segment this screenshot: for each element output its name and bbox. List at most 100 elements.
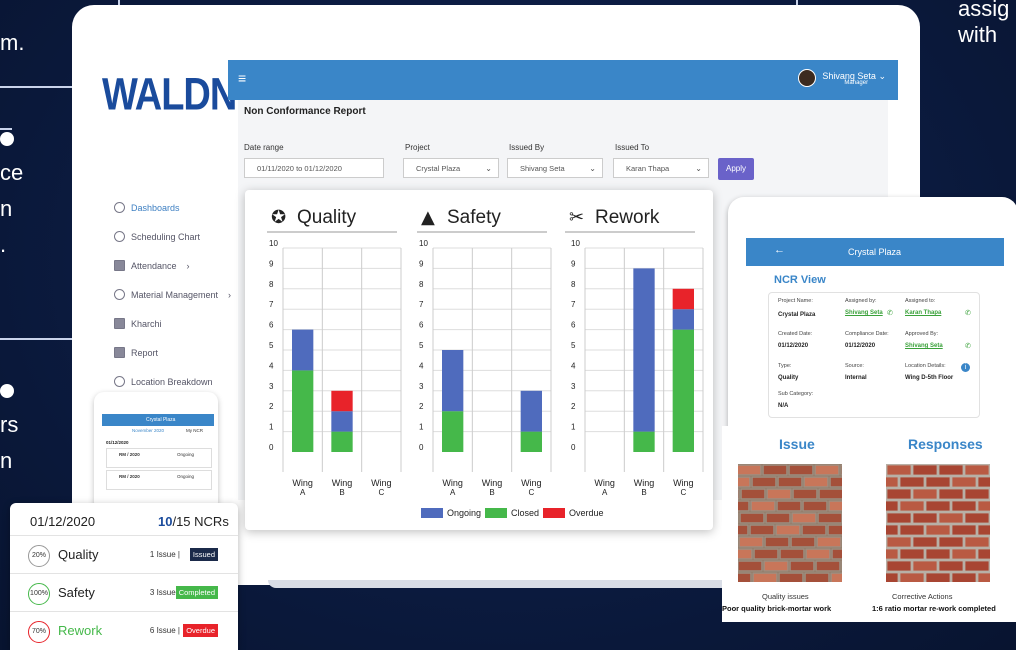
brick — [753, 548, 779, 560]
progress-ring: 70% — [28, 621, 50, 643]
warning-icon — [114, 289, 125, 300]
summary-count-done: 10 — [158, 514, 173, 529]
tick-label: 2 — [269, 402, 274, 411]
brick — [886, 476, 899, 488]
brick — [912, 464, 938, 476]
phone-row-status: Ongoing — [177, 474, 195, 479]
brick — [827, 524, 842, 536]
phone-month[interactable]: November 2020 — [132, 428, 164, 433]
field-value-link[interactable]: Karan Thapa — [905, 310, 941, 316]
phone-icon[interactable]: ✆ — [887, 309, 893, 317]
brick — [791, 512, 817, 524]
date-range-input[interactable]: 01/11/2020 to 01/12/2020 — [244, 158, 384, 178]
tick-label: 2 — [571, 402, 576, 411]
brick — [766, 488, 792, 500]
brick — [886, 488, 912, 500]
category-label: B — [339, 488, 344, 497]
bar-closed — [520, 431, 542, 452]
issued-by-select[interactable]: Shivang Seta ⌄ — [507, 158, 603, 178]
bar-ongoing — [292, 329, 314, 371]
brick — [829, 476, 842, 488]
phone-icon[interactable]: ✆ — [965, 342, 971, 350]
brick — [738, 464, 762, 476]
summary-row-quality[interactable]: 20% Quality 1 Issue | Issued — [10, 535, 238, 574]
info-icon[interactable]: i — [961, 363, 970, 372]
back-arrow-icon[interactable]: ← — [774, 244, 785, 256]
chevron-down-icon: ⌄ — [589, 164, 596, 173]
sidebar-item-kharchi[interactable]: Kharchi — [114, 318, 162, 329]
bar-ongoing — [672, 309, 694, 330]
edge-divider — [0, 338, 72, 340]
hamburger-menu-icon[interactable]: ≡ — [238, 70, 246, 86]
brick — [938, 464, 964, 476]
list-item[interactable]: RM / 2020 Ongoing — [106, 448, 212, 468]
phone-row-id: RM / 2020 — [119, 452, 140, 457]
category-label: Wing — [442, 478, 463, 488]
category-label: A — [300, 488, 306, 497]
field-label: Created Date: — [778, 331, 813, 337]
charts-card: Quality ✪ 0 1 2 3 4 5 6 7 8 9 10 Wing A Wing B Wing C Safet… — [245, 190, 713, 530]
brick — [977, 572, 990, 582]
bar-ongoing — [331, 411, 353, 432]
summary-date: 01/12/2020 — [30, 514, 96, 529]
tick-label: 2 — [419, 402, 424, 411]
chart-title: Quality — [297, 207, 357, 228]
phone-icon[interactable]: ✆ — [965, 309, 971, 317]
avatar — [798, 69, 817, 87]
brick — [886, 536, 912, 548]
ncr-view-title: NCR View — [774, 274, 826, 286]
brick — [964, 488, 990, 500]
brick — [751, 476, 777, 488]
sidebar-item-dashboards[interactable]: Dashboards — [114, 202, 180, 213]
field-value: 01/12/2020 — [778, 343, 809, 349]
legend-swatch-overdue — [543, 508, 566, 518]
sidebar-item-report[interactable]: Report — [114, 347, 158, 358]
tick-label: 7 — [419, 300, 424, 309]
tick-label: 6 — [419, 321, 424, 330]
user-menu[interactable]: Shivang Seta ⌄ Manager — [798, 69, 886, 87]
summary-row-safety[interactable]: 100% Safety 3 Issue | Completed — [10, 573, 238, 612]
category-label: Wing — [371, 478, 392, 488]
brick — [790, 536, 816, 548]
category-label: A — [450, 488, 456, 497]
edge-dot — [0, 132, 14, 146]
issued-to-select[interactable]: Karan Thapa ⌄ — [613, 158, 709, 178]
edge-text-left-1a: ce — [0, 160, 24, 185]
sidebar-item-location-breakdown[interactable]: Location Breakdown — [114, 376, 213, 387]
field-value-link[interactable]: Shivang Seta — [845, 310, 883, 316]
brick — [886, 524, 899, 536]
summary-row-rework[interactable]: 70% Rework 6 Issue | Overdue — [10, 611, 238, 650]
tick-label: 8 — [269, 280, 274, 289]
brick — [912, 560, 938, 572]
category-label: Wing — [332, 478, 353, 488]
tick-label: 10 — [419, 239, 428, 248]
issued-by-value: Shivang Seta — [520, 164, 565, 173]
category-label: B — [489, 488, 494, 497]
laptop-base — [268, 580, 748, 588]
brick — [738, 500, 750, 512]
edge-connector — [0, 88, 12, 130]
issue-heading: Issue — [779, 436, 815, 452]
tablet-top-bar: ← Crystal Plaza — [746, 238, 1004, 266]
phone-filter[interactable]: My NCR — [186, 428, 203, 433]
category-label: Wing — [482, 478, 503, 488]
brick — [815, 560, 841, 572]
project-select[interactable]: Crystal Plaza ⌄ — [403, 158, 499, 178]
sidebar-item-scheduling-chart[interactable]: Scheduling Chart — [114, 231, 200, 242]
list-item[interactable]: RM / 2020 Ongoing — [106, 470, 212, 490]
sidebar-item-material-management[interactable]: Material Management › — [114, 289, 231, 300]
ncr-detail-card: Project Name: Crystal Plaza Assigned by:… — [768, 292, 980, 418]
apply-button[interactable]: Apply — [718, 158, 754, 180]
sidebar-item-attendance[interactable]: Attendance › — [114, 260, 190, 271]
issue-photo — [738, 464, 842, 582]
sidebar-item-label: Attendance — [131, 260, 177, 271]
brick — [779, 548, 805, 560]
ncr-summary-card: 01/12/2020 10/15 NCRs 20% Quality 1 Issue … — [10, 503, 238, 650]
brick — [739, 512, 765, 524]
tick-label: 7 — [571, 300, 576, 309]
brick — [899, 572, 925, 582]
brick — [886, 560, 912, 572]
field-value-link[interactable]: Shivang Seta — [905, 343, 943, 349]
tools-icon: ✂ — [569, 207, 584, 228]
brick — [925, 548, 951, 560]
